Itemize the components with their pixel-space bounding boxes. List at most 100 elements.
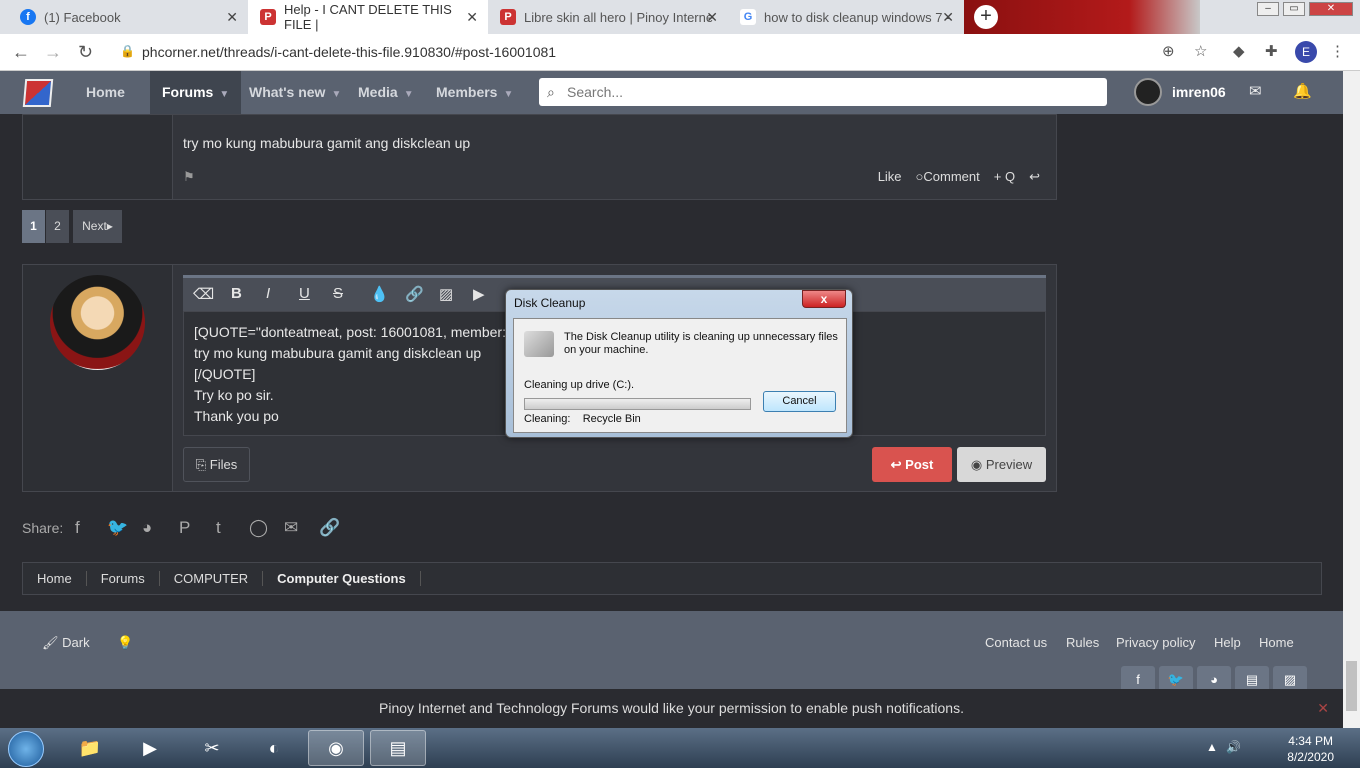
- close-icon[interactable]: ✕: [1317, 689, 1329, 727]
- bold-icon[interactable]: B: [231, 285, 242, 302]
- breadcrumb-home[interactable]: Home: [23, 571, 87, 586]
- volume-icon[interactable]: 🔊: [1226, 740, 1241, 754]
- post-button[interactable]: ↩ Post: [872, 447, 952, 482]
- scrollbar-thumb[interactable]: [1346, 661, 1357, 711]
- tab-help-thread[interactable]: P Help - I CANT DELETE THIS FILE | ✕: [248, 0, 488, 34]
- nav-whats-new[interactable]: What's new ▼: [237, 71, 353, 114]
- google-icon: G: [740, 9, 756, 25]
- page-2[interactable]: 2: [46, 210, 69, 243]
- link-share-icon[interactable]: 🔗: [319, 518, 340, 538]
- breadcrumb: Home Forums COMPUTER Computer Questions: [22, 562, 1322, 595]
- strikethrough-icon[interactable]: S: [333, 285, 343, 302]
- next-page-button[interactable]: Next▸: [73, 210, 122, 243]
- tab-libre-skin[interactable]: P Libre skin all hero | Pinoy Interne ✕: [488, 0, 728, 34]
- profile-avatar[interactable]: E: [1295, 41, 1317, 63]
- email-share-icon[interactable]: ✉: [284, 518, 298, 538]
- back-arrow-icon[interactable]: ←: [12, 42, 30, 63]
- maximize-button[interactable]: ▭: [1283, 2, 1305, 16]
- breadcrumb-forums[interactable]: Forums: [87, 571, 160, 586]
- search-input[interactable]: ⌕ Search...: [539, 78, 1107, 106]
- nav-media[interactable]: Media ▼: [346, 71, 426, 114]
- close-icon[interactable]: ✕: [226, 9, 238, 26]
- image-icon[interactable]: ▨: [439, 285, 453, 303]
- lightbulb-icon[interactable]: 💡: [117, 635, 133, 651]
- nav-members[interactable]: Members ▼: [424, 71, 525, 114]
- cancel-button[interactable]: Cancel: [763, 391, 836, 412]
- media-player-icon[interactable]: ▶: [122, 730, 178, 766]
- close-icon[interactable]: ✕: [466, 9, 478, 26]
- nav-forums[interactable]: Forums ▼: [150, 71, 242, 114]
- footer-help-link[interactable]: Help: [1214, 635, 1241, 650]
- report-flag-icon[interactable]: ⚑: [183, 169, 195, 185]
- dialog-message: The Disk Cleanup utility is cleaning up …: [564, 331, 838, 356]
- link-icon[interactable]: 🔗: [405, 285, 424, 303]
- italic-icon[interactable]: I: [266, 285, 270, 302]
- footer-home-link[interactable]: Home: [1259, 635, 1294, 650]
- preview-button[interactable]: ◉ Preview: [957, 447, 1046, 482]
- footer-privacy-link[interactable]: Privacy policy: [1116, 635, 1195, 650]
- cleanup-progress-bar: [524, 398, 751, 410]
- tab-facebook[interactable]: f (1) Facebook ✕: [8, 0, 248, 34]
- media-icon[interactable]: ▶: [473, 285, 485, 303]
- tab-google-search[interactable]: G how to disk cleanup windows 7 - ✕: [728, 0, 964, 34]
- underline-icon[interactable]: U: [299, 285, 310, 302]
- reddit-share-icon[interactable]: ◕: [142, 518, 152, 538]
- window-close-button[interactable]: ✕: [1309, 2, 1353, 16]
- facebook-share-icon[interactable]: f: [75, 518, 80, 538]
- reply-sidebar: [23, 265, 173, 491]
- lock-icon[interactable]: 🔒: [120, 44, 135, 58]
- nav-home[interactable]: Home: [74, 71, 137, 114]
- start-button[interactable]: [8, 731, 44, 767]
- close-icon[interactable]: ✕: [706, 9, 718, 26]
- tab-title: (1) Facebook: [44, 9, 121, 25]
- comment-button[interactable]: ○Comment: [916, 169, 980, 185]
- garena-icon[interactable]: ◐: [246, 730, 302, 766]
- search-icon: ⌕: [547, 84, 555, 100]
- chevron-down-icon: ▼: [331, 89, 342, 100]
- pinterest-share-icon[interactable]: P: [179, 518, 190, 538]
- disk-cleanup-taskbar-icon[interactable]: ▤: [370, 730, 426, 766]
- forward-arrow-icon[interactable]: →: [44, 42, 62, 63]
- quote-button[interactable]: + Q: [994, 169, 1015, 185]
- user-menu[interactable]: imren06: [1134, 78, 1226, 106]
- menu-kebab-icon[interactable]: ⋮: [1330, 42, 1345, 60]
- bell-icon[interactable]: 🔔: [1293, 82, 1312, 100]
- breadcrumb-computer[interactable]: COMPUTER: [160, 571, 264, 586]
- reload-icon[interactable]: ↻: [78, 42, 93, 63]
- bookmark-star-icon[interactable]: ☆: [1194, 42, 1207, 60]
- whatsapp-share-icon[interactable]: ◯: [249, 518, 268, 538]
- breadcrumb-computer-questions[interactable]: Computer Questions: [263, 571, 421, 586]
- tumblr-share-icon[interactable]: t: [216, 518, 221, 538]
- notification-text: Pinoy Internet and Technology Forums wou…: [379, 700, 964, 716]
- share-reply-icon[interactable]: ↩: [1029, 169, 1040, 185]
- extension-icon[interactable]: ◆: [1233, 42, 1245, 60]
- puzzle-icon[interactable]: ✚: [1265, 42, 1278, 60]
- chrome-icon[interactable]: ◉: [308, 730, 364, 766]
- footer-rules-link[interactable]: Rules: [1066, 635, 1099, 650]
- tray-arrow-icon[interactable]: ▲: [1206, 740, 1218, 754]
- snipping-tool-icon[interactable]: ✂: [184, 730, 240, 766]
- attach-files-button[interactable]: ⎘ Files: [183, 447, 250, 482]
- site-logo[interactable]: [22, 79, 54, 107]
- install-icon[interactable]: ⊕: [1162, 42, 1175, 60]
- system-clock[interactable]: 4:34 PM 8/2/2020: [1287, 733, 1334, 765]
- eraser-icon[interactable]: ⌫: [193, 285, 214, 303]
- new-tab-button[interactable]: +: [974, 5, 998, 29]
- user-avatar: [1134, 78, 1162, 106]
- url-field[interactable]: phcorner.net/threads/i-cant-delete-this-…: [142, 44, 556, 60]
- inbox-icon[interactable]: ✉: [1249, 82, 1262, 100]
- page-scrollbar[interactable]: [1343, 71, 1360, 728]
- theme-toggle[interactable]: 🖌 Dark: [42, 635, 90, 651]
- color-drop-icon[interactable]: 💧: [370, 285, 389, 303]
- twitter-share-icon[interactable]: 🐦: [107, 518, 128, 538]
- page-1[interactable]: 1: [22, 210, 45, 243]
- chevron-down-icon: ▼: [219, 89, 230, 100]
- dialog-close-button[interactable]: x: [802, 290, 846, 308]
- post-text: try mo kung mabubura gamit ang diskclean…: [183, 135, 471, 151]
- tab-title: Help - I CANT DELETE THIS FILE |: [284, 2, 452, 32]
- close-icon[interactable]: ✕: [942, 9, 954, 26]
- file-explorer-icon[interactable]: 📁: [62, 730, 118, 766]
- footer-contact-link[interactable]: Contact us: [985, 635, 1047, 650]
- like-button[interactable]: Like: [878, 169, 902, 185]
- minimize-button[interactable]: –: [1257, 2, 1279, 16]
